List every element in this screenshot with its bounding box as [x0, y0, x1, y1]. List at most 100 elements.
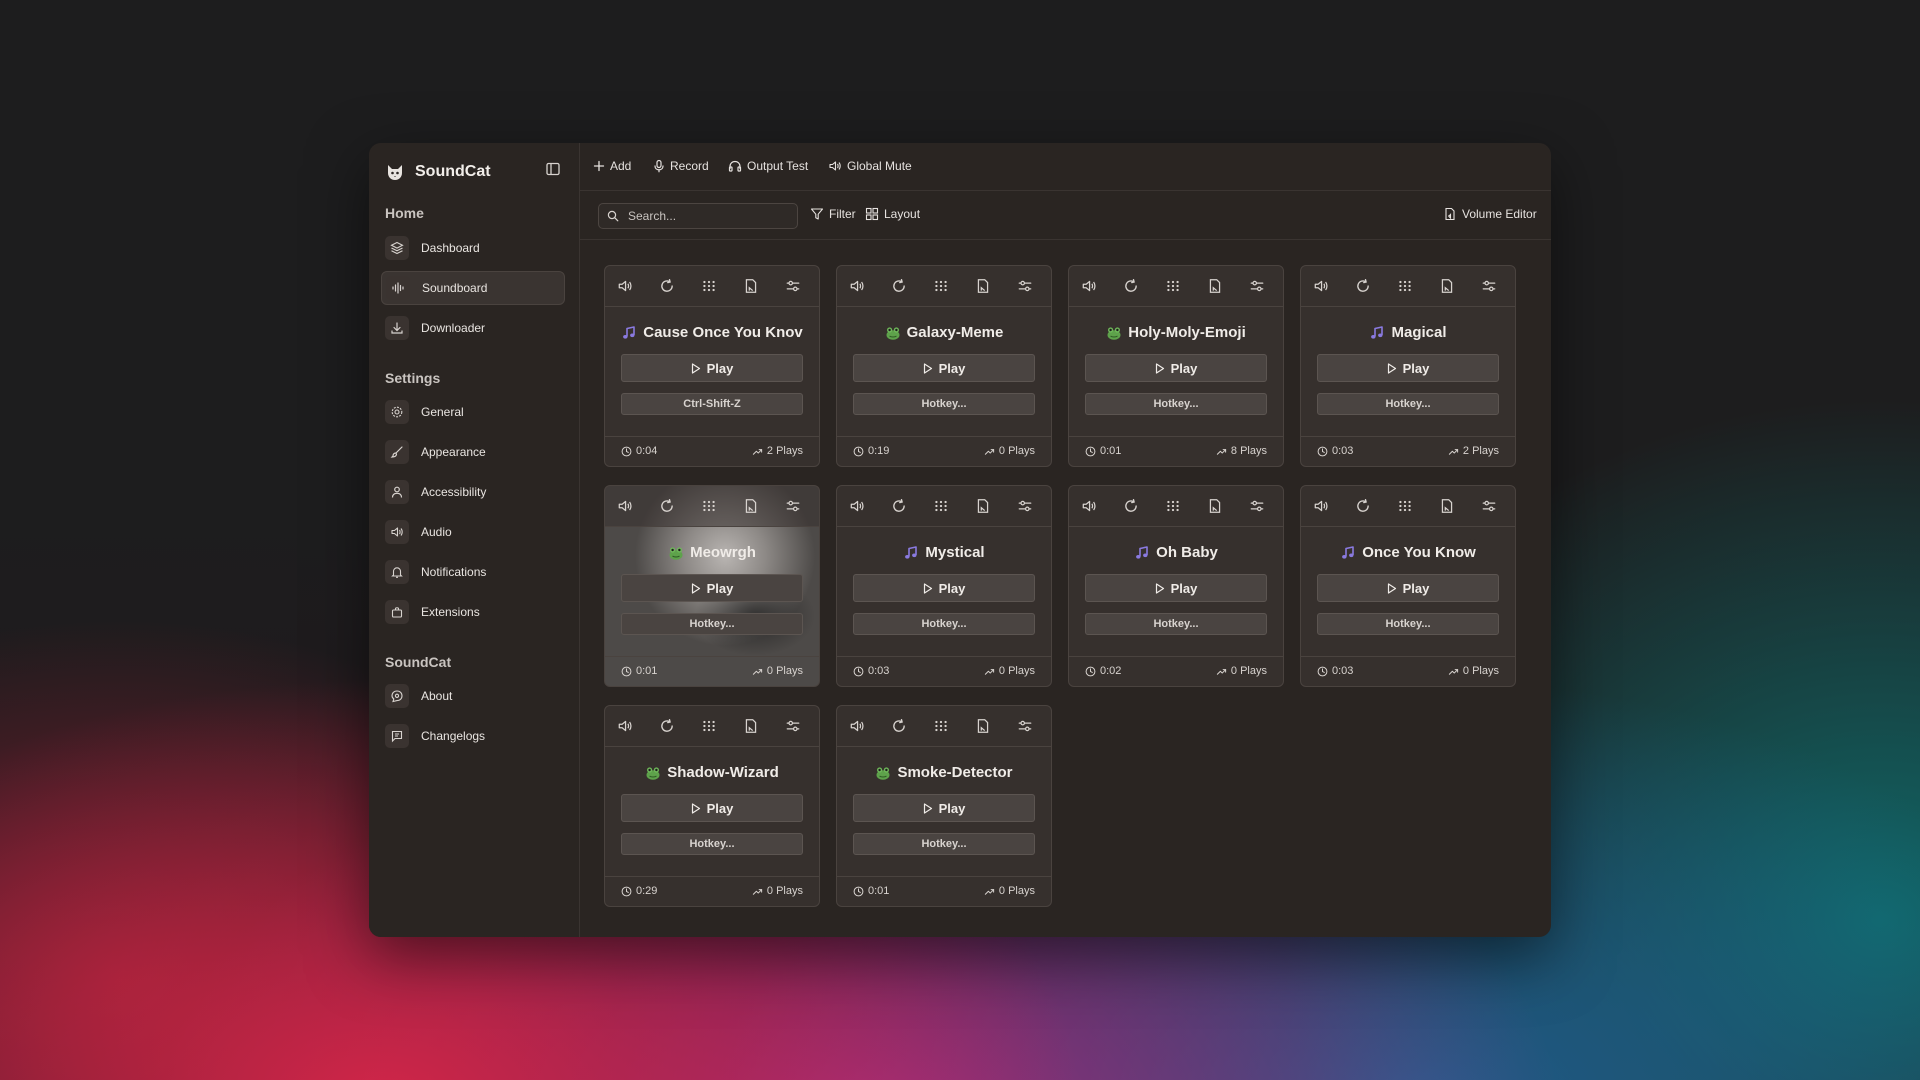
- hotkey-button[interactable]: Hotkey...: [853, 833, 1035, 855]
- output-test-button[interactable]: Output Test: [728, 155, 808, 177]
- loop-icon[interactable]: [1121, 276, 1141, 296]
- sidebar-item-dashboard[interactable]: Dashboard: [381, 231, 565, 265]
- card-footer: 0:01 0 Plays: [605, 656, 819, 686]
- file-chart-icon[interactable]: [1437, 496, 1457, 516]
- settings-sliders-icon[interactable]: [783, 276, 803, 296]
- sidebar-item-about[interactable]: About: [381, 679, 565, 713]
- play-button[interactable]: Play: [1317, 354, 1499, 382]
- file-chart-icon[interactable]: [741, 496, 761, 516]
- volume-icon[interactable]: [1311, 276, 1331, 296]
- duration-text: 0:03: [868, 665, 890, 677]
- play-button[interactable]: Play: [621, 574, 803, 602]
- file-chart-icon[interactable]: [1205, 276, 1225, 296]
- grip-icon[interactable]: [931, 496, 951, 516]
- filter-button[interactable]: Filter: [810, 203, 856, 225]
- settings-sliders-icon[interactable]: [1015, 276, 1035, 296]
- volume-icon[interactable]: [615, 496, 635, 516]
- sound-card: Once You Know Play Hotkey... 0:03 0 Play…: [1300, 485, 1516, 687]
- volume-icon[interactable]: [847, 496, 867, 516]
- hotkey-button[interactable]: Hotkey...: [621, 613, 803, 635]
- play-button[interactable]: Play: [621, 794, 803, 822]
- volume-icon[interactable]: [1311, 496, 1331, 516]
- hotkey-button[interactable]: Hotkey...: [1317, 613, 1499, 635]
- file-chart-icon[interactable]: [973, 276, 993, 296]
- grip-icon[interactable]: [931, 716, 951, 736]
- settings-sliders-icon[interactable]: [1247, 496, 1267, 516]
- loop-icon[interactable]: [889, 716, 909, 736]
- hotkey-button[interactable]: Hotkey...: [1317, 393, 1499, 415]
- play-button[interactable]: Play: [1085, 354, 1267, 382]
- hotkey-button[interactable]: Hotkey...: [853, 393, 1035, 415]
- sidebar-item-label: Notifications: [421, 565, 487, 579]
- settings-sliders-icon[interactable]: [783, 496, 803, 516]
- sidebar-item-label: About: [421, 689, 453, 703]
- settings-sliders-icon[interactable]: [1015, 716, 1035, 736]
- sidebar-item-extensions[interactable]: Extensions: [381, 595, 565, 629]
- grip-icon[interactable]: [931, 276, 951, 296]
- sidebar-item-appearance[interactable]: Appearance: [381, 435, 565, 469]
- hotkey-button[interactable]: Hotkey...: [621, 833, 803, 855]
- loop-icon[interactable]: [889, 276, 909, 296]
- clock-icon: [853, 886, 864, 897]
- volume-icon[interactable]: [615, 276, 635, 296]
- file-chart-icon[interactable]: [973, 496, 993, 516]
- sidebar-item-changelogs[interactable]: Changelogs: [381, 719, 565, 753]
- loop-icon[interactable]: [1121, 496, 1141, 516]
- hotkey-button[interactable]: Hotkey...: [1085, 393, 1267, 415]
- file-chart-icon[interactable]: [973, 716, 993, 736]
- loop-icon[interactable]: [1353, 496, 1373, 516]
- settings-sliders-icon[interactable]: [1015, 496, 1035, 516]
- sidebar-item-downloader[interactable]: Downloader: [381, 311, 565, 345]
- record-button[interactable]: Record: [653, 155, 709, 177]
- grip-icon[interactable]: [1163, 276, 1183, 296]
- add-button[interactable]: Add: [593, 155, 631, 177]
- sidebar-toggle-button[interactable]: [541, 157, 565, 181]
- sidebar-item-general[interactable]: General: [381, 395, 565, 429]
- volume-editor-button[interactable]: Volume Editor: [1443, 203, 1537, 225]
- sound-title-text: Oh Baby: [1156, 544, 1218, 561]
- sidebar-item-soundboard[interactable]: Soundboard: [381, 271, 565, 305]
- sidebar-item-audio[interactable]: Audio: [381, 515, 565, 549]
- volume-icon[interactable]: [615, 716, 635, 736]
- sidebar-item-accessibility[interactable]: Accessibility: [381, 475, 565, 509]
- play-button[interactable]: Play: [1317, 574, 1499, 602]
- loop-icon[interactable]: [1353, 276, 1373, 296]
- loop-icon[interactable]: [657, 276, 677, 296]
- volume-editor-button-label: Volume Editor: [1462, 207, 1537, 221]
- volume-icon[interactable]: [847, 276, 867, 296]
- grip-icon[interactable]: [1163, 496, 1183, 516]
- file-chart-icon[interactable]: [1437, 276, 1457, 296]
- hotkey-button[interactable]: Hotkey...: [853, 613, 1035, 635]
- play-button[interactable]: Play: [1085, 574, 1267, 602]
- play-button[interactable]: Play: [853, 574, 1035, 602]
- settings-sliders-icon[interactable]: [1479, 496, 1499, 516]
- file-chart-icon[interactable]: [1205, 496, 1225, 516]
- play-button[interactable]: Play: [621, 354, 803, 382]
- settings-sliders-icon[interactable]: [1479, 276, 1499, 296]
- hotkey-button[interactable]: Ctrl-Shift-Z: [621, 393, 803, 415]
- sidebar-item-notifications[interactable]: Notifications: [381, 555, 565, 589]
- global-mute-button[interactable]: Global Mute: [828, 155, 912, 177]
- grip-icon[interactable]: [1395, 496, 1415, 516]
- layout-button[interactable]: Layout: [865, 203, 920, 225]
- file-chart-icon[interactable]: [741, 276, 761, 296]
- grip-icon[interactable]: [699, 716, 719, 736]
- search-input[interactable]: [626, 208, 790, 224]
- play-button[interactable]: Play: [853, 354, 1035, 382]
- grip-icon[interactable]: [699, 496, 719, 516]
- volume-icon[interactable]: [1079, 276, 1099, 296]
- loop-icon[interactable]: [889, 496, 909, 516]
- volume-icon[interactable]: [1079, 496, 1099, 516]
- grip-icon[interactable]: [1395, 276, 1415, 296]
- settings-sliders-icon[interactable]: [1247, 276, 1267, 296]
- grip-icon[interactable]: [699, 276, 719, 296]
- hotkey-button[interactable]: Hotkey...: [1085, 613, 1267, 635]
- play-button[interactable]: Play: [853, 794, 1035, 822]
- loop-icon[interactable]: [657, 496, 677, 516]
- volume-icon[interactable]: [847, 716, 867, 736]
- sound-title-text: Mystical: [925, 544, 985, 561]
- settings-sliders-icon[interactable]: [783, 716, 803, 736]
- sidebar-item-label: Audio: [421, 525, 452, 539]
- file-chart-icon[interactable]: [741, 716, 761, 736]
- loop-icon[interactable]: [657, 716, 677, 736]
